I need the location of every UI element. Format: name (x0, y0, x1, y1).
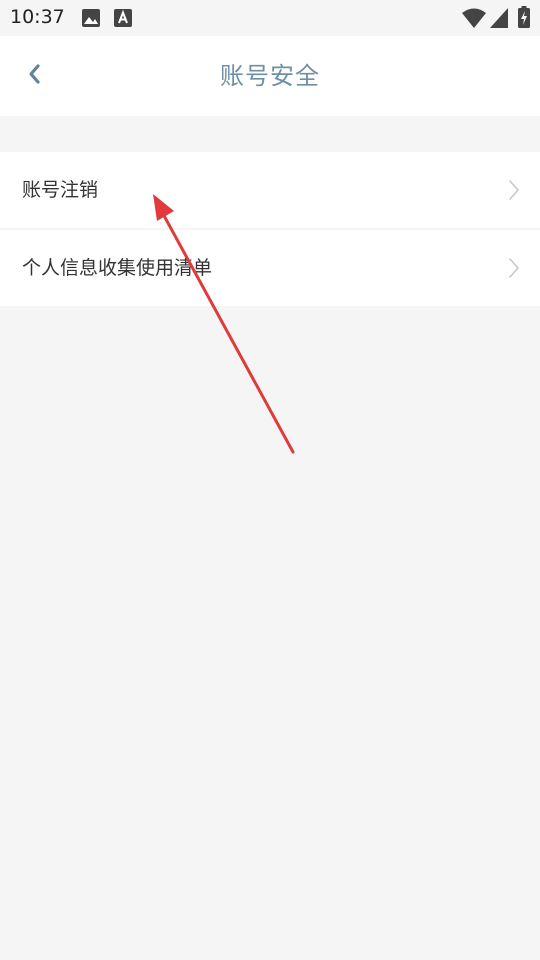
annotation-arrow (153, 194, 295, 454)
page-title: 账号安全 (220, 62, 320, 90)
status-bar: 10:37 (0, 0, 540, 36)
image-icon (82, 9, 100, 31)
list-item-account-cancellation[interactable]: 账号注销 (0, 152, 540, 228)
signal-icon (490, 8, 508, 32)
list-item-label: 个人信息收集使用清单 (22, 257, 213, 279)
status-time: 10:37 (10, 6, 65, 28)
back-button[interactable] (14, 56, 54, 96)
wifi-icon (462, 8, 486, 32)
settings-list: 账号注销 个人信息收集使用清单 (0, 152, 540, 306)
chevron-left-icon (27, 63, 41, 89)
list-item-label: 账号注销 (22, 179, 99, 201)
battery-charging-icon (518, 6, 530, 32)
chevron-right-icon (508, 256, 520, 280)
nav-bar: 账号安全 (0, 36, 540, 116)
chevron-right-icon (508, 178, 520, 202)
list-item-personal-info-list[interactable]: 个人信息收集使用清单 (0, 230, 540, 306)
text-a-icon (114, 9, 132, 31)
